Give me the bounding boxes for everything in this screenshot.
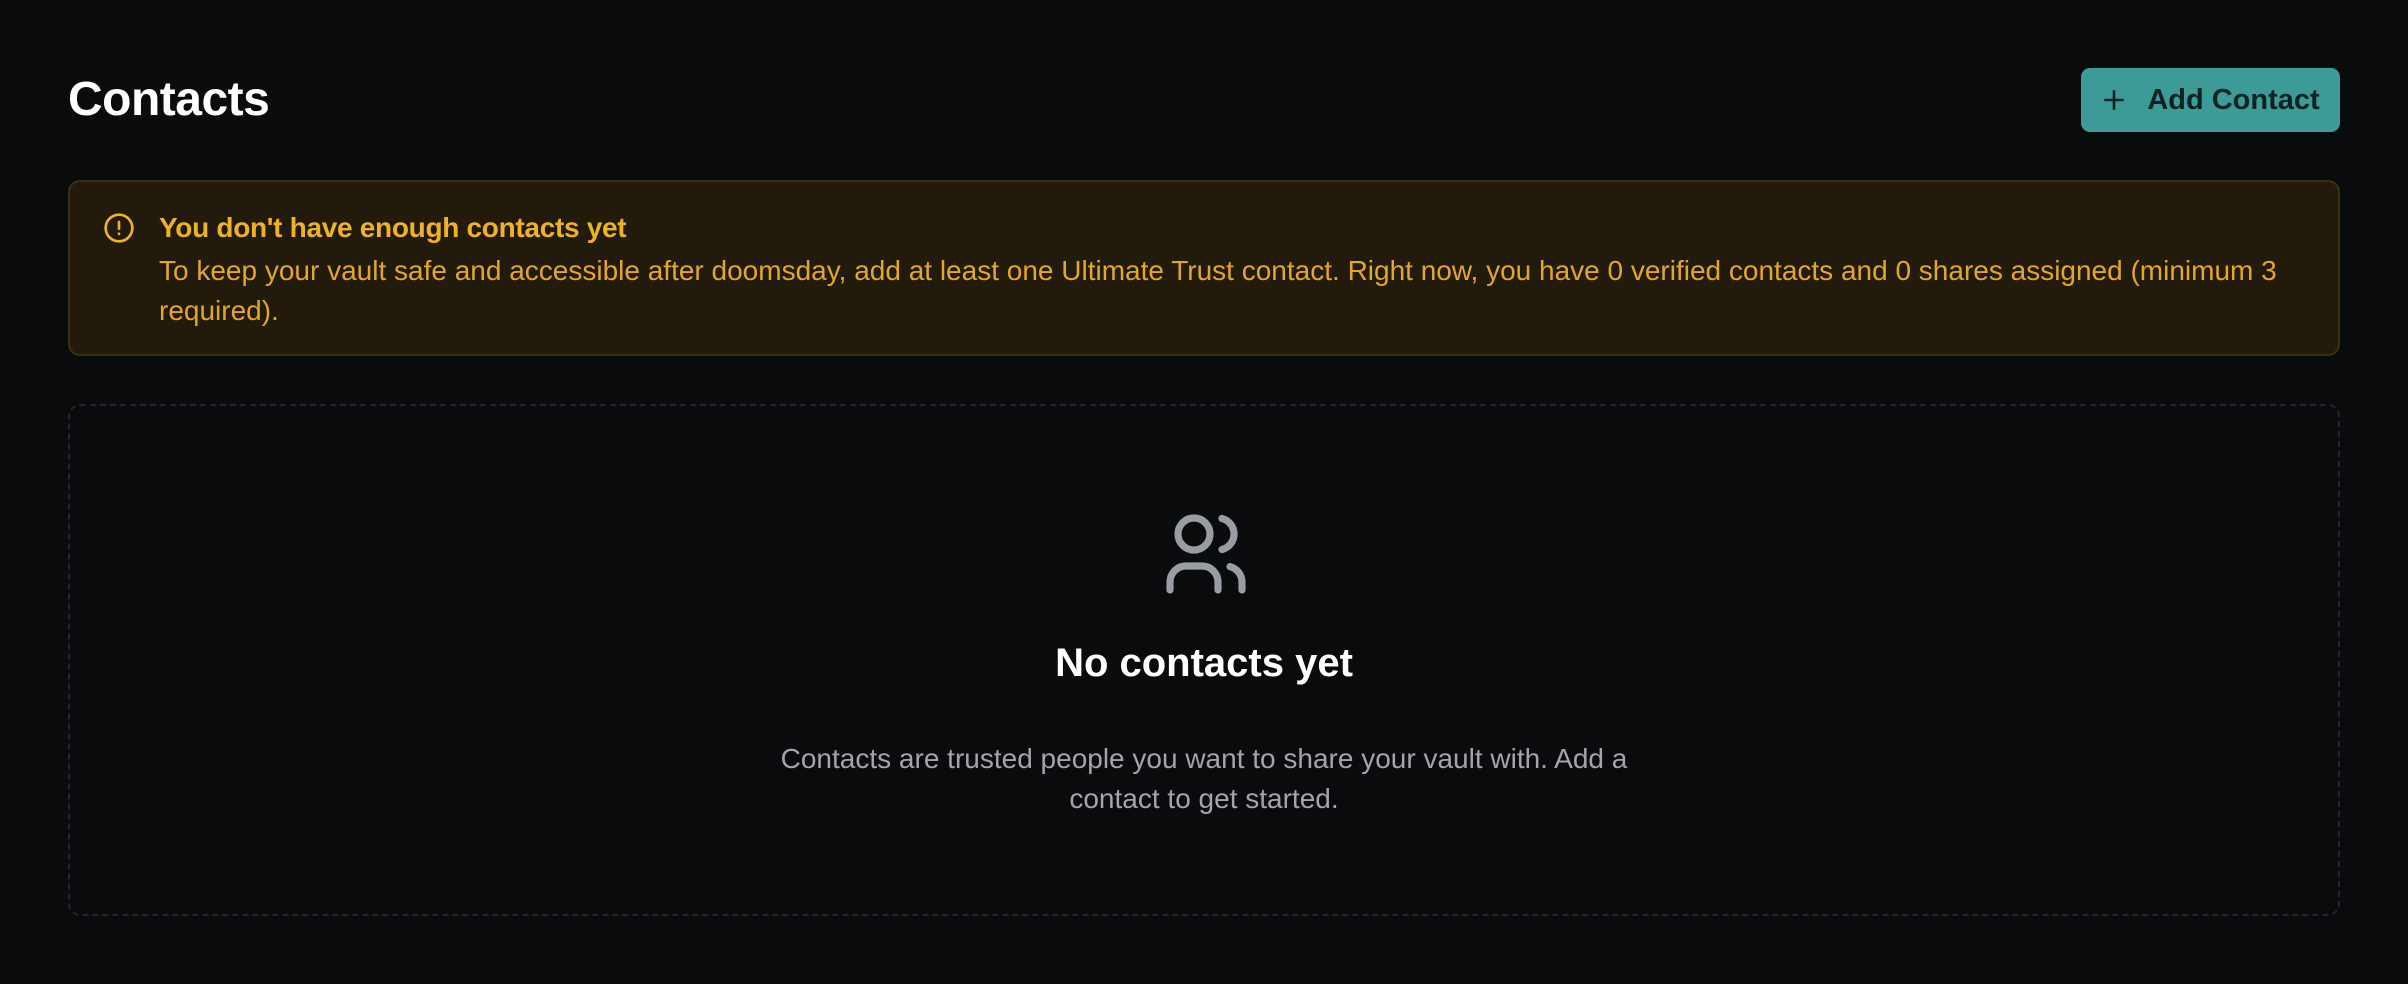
- empty-state-panel: No contacts yet Contacts are trusted peo…: [68, 404, 2340, 916]
- empty-state-description: Contacts are trusted people you want to …: [780, 743, 1628, 814]
- empty-state-title: No contacts yet: [1055, 641, 1353, 685]
- alert-message: To keep your vault safe and accessible a…: [159, 255, 2277, 326]
- contacts-page: Contacts Add Contact You don't have enou…: [68, 0, 2340, 984]
- add-contact-button-label: Add Contact: [2147, 83, 2320, 116]
- users-icon: [1166, 514, 1246, 594]
- add-contact-button[interactable]: Add Contact: [2081, 68, 2340, 132]
- alert-circle-icon: [104, 213, 134, 243]
- page-title: Contacts: [68, 73, 270, 126]
- alert-title: You don't have enough contacts yet: [159, 212, 627, 243]
- insufficient-contacts-alert: You don't have enough contacts yet To ke…: [68, 180, 2340, 356]
- page-header: Contacts Add Contact: [68, 68, 2340, 132]
- plus-icon: [2104, 90, 2125, 110]
